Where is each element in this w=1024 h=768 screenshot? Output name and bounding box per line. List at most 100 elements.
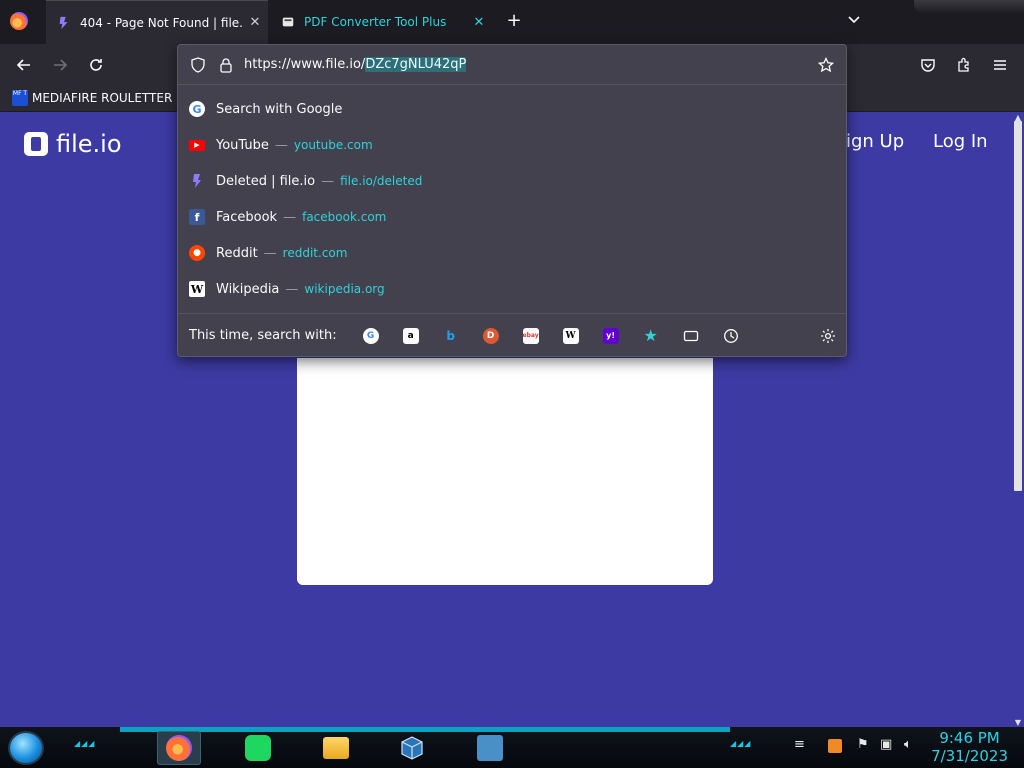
search-history[interactable] bbox=[711, 322, 751, 350]
clock-date: 7/31/2023 bbox=[931, 747, 1008, 765]
suggestion-url: facebook.com bbox=[302, 210, 387, 224]
suggestion-title: Deleted | file.io bbox=[216, 173, 316, 189]
tabs-icon bbox=[683, 330, 698, 341]
close-tab-icon[interactable]: ✕ bbox=[466, 15, 492, 30]
ebay-icon: ebay bbox=[523, 327, 539, 344]
suggestion-youtube[interactable]: ▶ YouTube — youtube.com bbox=[178, 127, 846, 163]
taskbar-virtualbox[interactable] bbox=[390, 731, 434, 765]
google-icon: G bbox=[362, 327, 379, 344]
scrollbar-thumb[interactable] bbox=[1014, 121, 1022, 491]
suggestion-title: Reddit bbox=[216, 245, 258, 261]
suggestion-url: file.io/deleted bbox=[340, 174, 423, 188]
suggestion-wikipedia[interactable]: W Wikipedia — wikipedia.org bbox=[178, 271, 846, 307]
search-engine-google[interactable]: G bbox=[351, 322, 391, 350]
mediafire-favicon-icon: MF T bbox=[12, 90, 28, 106]
search-engine-bing[interactable]: b bbox=[431, 322, 471, 350]
url-selected-text: DZc7gNLU42qP bbox=[365, 57, 467, 72]
scroll-down-arrow-icon[interactable]: ▼ bbox=[1012, 718, 1024, 727]
tab-strip: 404 - Page Not Found | file.io ✕ PDF Con… bbox=[0, 0, 1024, 44]
page-scrollbar[interactable]: ▲ ▼ bbox=[1012, 113, 1024, 727]
taskbar-spotify[interactable] bbox=[236, 731, 280, 765]
new-tab-plus-icon[interactable]: + bbox=[504, 11, 524, 31]
urlbar[interactable]: https://www.file.io/DZc7gNLU42qP bbox=[178, 45, 846, 85]
lock-icon[interactable] bbox=[218, 57, 234, 73]
search-engine-duckduckgo[interactable]: D bbox=[471, 322, 511, 350]
fileio-favicon-icon bbox=[193, 174, 201, 188]
google-icon: G bbox=[189, 101, 205, 117]
suggestion-title: Facebook bbox=[216, 209, 278, 225]
search-tabs[interactable] bbox=[671, 322, 711, 350]
suggestion-separator: — bbox=[285, 281, 299, 297]
seven-zip-icon bbox=[477, 735, 503, 761]
wikipedia-icon: W bbox=[189, 281, 205, 297]
firefox-icon bbox=[166, 735, 192, 761]
fileio-logo[interactable]: file.io bbox=[24, 130, 122, 158]
taskbar-decoration: ◢◢◢ bbox=[74, 739, 96, 748]
suggestion-fileio-deleted[interactable]: Deleted | file.io — file.io/deleted bbox=[178, 163, 846, 199]
wikipedia-icon: W bbox=[562, 327, 579, 344]
sign-up-link[interactable]: ign Up bbox=[846, 131, 904, 152]
search-settings-gear-icon[interactable] bbox=[820, 328, 836, 344]
search-engine-wikipedia[interactable]: W bbox=[551, 322, 591, 350]
suggestion-reddit[interactable]: ● Reddit — reddit.com bbox=[178, 235, 846, 271]
search-engine-ebay[interactable]: ebay bbox=[511, 322, 551, 350]
bookmark-star-icon[interactable] bbox=[818, 57, 834, 73]
folder-icon bbox=[323, 737, 349, 759]
back-arrow-icon[interactable] bbox=[11, 52, 37, 78]
virtualbox-cube-icon bbox=[401, 736, 423, 760]
one-off-search-bar: This time, search with: G a b D ebay W y… bbox=[178, 313, 846, 357]
volume-speaker-icon[interactable]: 🔈︎ bbox=[904, 737, 912, 752]
yahoo-icon: y! bbox=[602, 327, 619, 344]
firefox-view-icon[interactable] bbox=[10, 12, 28, 30]
reddit-icon: ● bbox=[189, 245, 205, 261]
search-engine-amazon[interactable]: a bbox=[391, 322, 431, 350]
facebook-icon: f bbox=[189, 209, 205, 225]
forward-arrow-icon[interactable] bbox=[47, 52, 73, 78]
list-all-tabs-chevron-icon[interactable] bbox=[844, 12, 864, 32]
fileio-favicon-icon bbox=[59, 16, 68, 29]
youtube-icon: ▶ bbox=[189, 139, 205, 151]
tab-title: 404 - Page Not Found | file.io bbox=[80, 15, 242, 30]
taskbar-file-explorer[interactable] bbox=[314, 731, 358, 765]
tracking-protection-shield-icon[interactable] bbox=[190, 57, 206, 73]
system-clock[interactable]: 9:46 PM 7/31/2023 bbox=[931, 729, 1008, 765]
content-card bbox=[297, 358, 713, 585]
suggestion-separator: — bbox=[274, 137, 288, 153]
suggestion-url: wikipedia.org bbox=[304, 282, 385, 296]
tab-pdf-converter[interactable]: PDF Converter Tool Plus ✕ bbox=[270, 0, 492, 44]
search-with-label: This time, search with: bbox=[189, 328, 337, 343]
tab-file-io-404[interactable]: 404 - Page Not Found | file.io ✕ bbox=[46, 0, 268, 44]
search-bookmarks[interactable]: ★ bbox=[631, 322, 671, 350]
tray-overflow-icon[interactable]: ≡ bbox=[794, 737, 805, 752]
start-button-orb[interactable] bbox=[8, 731, 44, 765]
extensions-puzzle-icon[interactable] bbox=[951, 52, 977, 78]
history-clock-icon bbox=[723, 328, 738, 343]
close-tab-icon[interactable]: ✕ bbox=[242, 15, 268, 30]
taskbar-firefox[interactable] bbox=[157, 731, 201, 765]
logo-text: file.io bbox=[56, 130, 122, 158]
taskbar-seven-zip[interactable] bbox=[468, 731, 512, 765]
url-prefix: https://www.file.io/ bbox=[244, 57, 366, 72]
suggestion-separator: — bbox=[263, 245, 277, 261]
search-engine-yahoo[interactable]: y! bbox=[591, 322, 631, 350]
network-icon[interactable]: ▣ bbox=[880, 737, 892, 752]
url-input[interactable]: https://www.file.io/DZc7gNLU42qP bbox=[244, 57, 467, 72]
bookmark-label: MEDIAFIRE ROULETTER bbox=[32, 91, 173, 105]
duckduckgo-icon: D bbox=[482, 327, 499, 344]
reload-icon[interactable] bbox=[83, 52, 109, 78]
hamburger-menu-icon[interactable] bbox=[987, 52, 1013, 78]
taskbar-decoration: ◢◢◢ bbox=[730, 739, 752, 748]
suggestion-facebook[interactable]: f Facebook — facebook.com bbox=[178, 199, 846, 235]
log-in-link[interactable]: Log In bbox=[933, 131, 988, 152]
pocket-icon[interactable] bbox=[915, 52, 941, 78]
amazon-icon: a bbox=[402, 327, 419, 344]
suggestion-separator: — bbox=[321, 173, 335, 189]
suggestion-search-google[interactable]: G Search with Google bbox=[178, 91, 846, 127]
window-titlebar-grip[interactable] bbox=[914, 0, 1024, 14]
suggestion-title: Search with Google bbox=[216, 101, 343, 117]
urlbar-dropdown: https://www.file.io/DZc7gNLU42qP G Searc… bbox=[177, 44, 847, 357]
bookmark-mediafire-rouletter[interactable]: MF T MEDIAFIRE ROULETTER bbox=[12, 90, 172, 106]
tray-app-icon[interactable] bbox=[828, 739, 842, 753]
action-center-flag-icon[interactable]: ⚑ bbox=[857, 737, 869, 752]
bing-icon: b bbox=[446, 328, 455, 343]
